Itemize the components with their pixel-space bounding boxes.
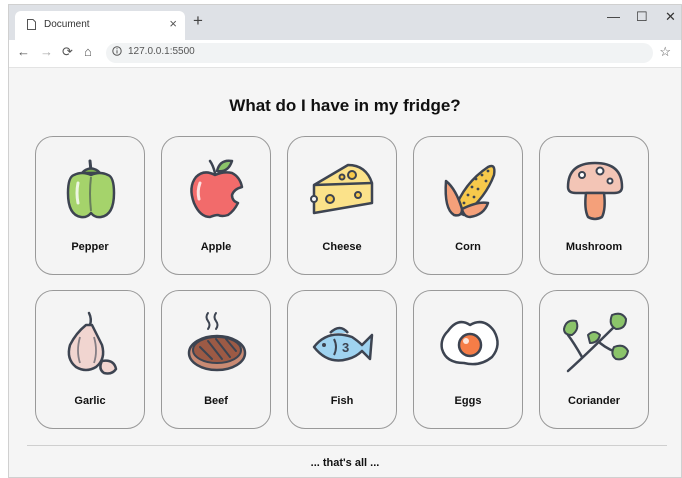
fridge-item-coriander[interactable]: Coriander (539, 290, 649, 429)
bookmark-star-icon[interactable]: ☆ (659, 44, 671, 60)
item-label: Beef (204, 395, 228, 407)
reload-button[interactable]: ⟳ (62, 44, 73, 60)
item-label: Coriander (568, 395, 620, 407)
page-content: What do I have in my fridge? Pepper Appl… (9, 68, 681, 477)
pepper-icon (66, 159, 116, 219)
footer-text: ... that's all ... (310, 457, 380, 469)
document-icon (27, 19, 36, 30)
info-icon[interactable] (112, 46, 122, 56)
page-title: What do I have in my fridge? (229, 96, 461, 115)
url-text: 127.0.0.1:5500 (128, 46, 195, 57)
eggs-icon (440, 320, 499, 366)
tab-title: Document (44, 19, 90, 30)
home-button[interactable]: ⌂ (84, 44, 92, 59)
mushroom-icon (566, 161, 624, 221)
tab-close-icon[interactable]: × (169, 16, 177, 31)
apple-icon (190, 159, 244, 219)
new-tab-button[interactable]: + (193, 11, 203, 31)
fridge-item-beef[interactable]: Beef (161, 290, 271, 429)
address-bar[interactable]: 127.0.0.1:5500 (106, 43, 653, 63)
item-label: Cheese (322, 241, 362, 253)
item-label: Pepper (71, 241, 109, 253)
browser-tab[interactable]: Document × (15, 11, 185, 40)
item-label: Mushroom (565, 241, 623, 253)
fridge-item-fish[interactable]: 3 Fish (287, 290, 397, 429)
forward-button[interactable]: → (40, 44, 53, 59)
browser-toolbar: ← → ⟳ ⌂ 127.0.0.1:5500 ☆ (9, 40, 681, 68)
item-label: Eggs (454, 395, 482, 407)
fridge-item-pepper[interactable]: Pepper (35, 136, 145, 275)
fridge-item-eggs[interactable]: Eggs (413, 290, 523, 429)
fridge-item-corn[interactable]: Corn (413, 136, 523, 275)
cheese-icon (310, 163, 374, 215)
beef-icon (187, 312, 247, 372)
tab-bar: Document × + — ☐ ✕ (9, 5, 681, 40)
browser-window: Document × + — ☐ ✕ ← → ⟳ ⌂ 127.0.0.1:550… (8, 4, 682, 478)
corn-icon (444, 164, 496, 219)
close-window-button[interactable]: ✕ (665, 9, 676, 25)
back-button[interactable]: ← (17, 44, 30, 59)
garlic-icon (67, 311, 118, 375)
minimize-button[interactable]: — (607, 9, 620, 24)
maximize-button[interactable]: ☐ (636, 9, 648, 25)
divider (27, 445, 667, 446)
item-label: Fish (330, 395, 354, 407)
fish-icon: 3 (312, 326, 374, 362)
fridge-item-cheese[interactable]: Cheese (287, 136, 397, 275)
coriander-icon (563, 312, 629, 373)
fridge-item-mushroom[interactable]: Mushroom (539, 136, 649, 275)
item-label: Garlic (74, 395, 106, 407)
item-label: Apple (200, 241, 232, 253)
fridge-item-apple[interactable]: Apple (161, 136, 271, 275)
fridge-item-garlic[interactable]: Garlic (35, 290, 145, 429)
svg-text:3: 3 (342, 340, 349, 355)
item-label: Corn (455, 241, 481, 253)
